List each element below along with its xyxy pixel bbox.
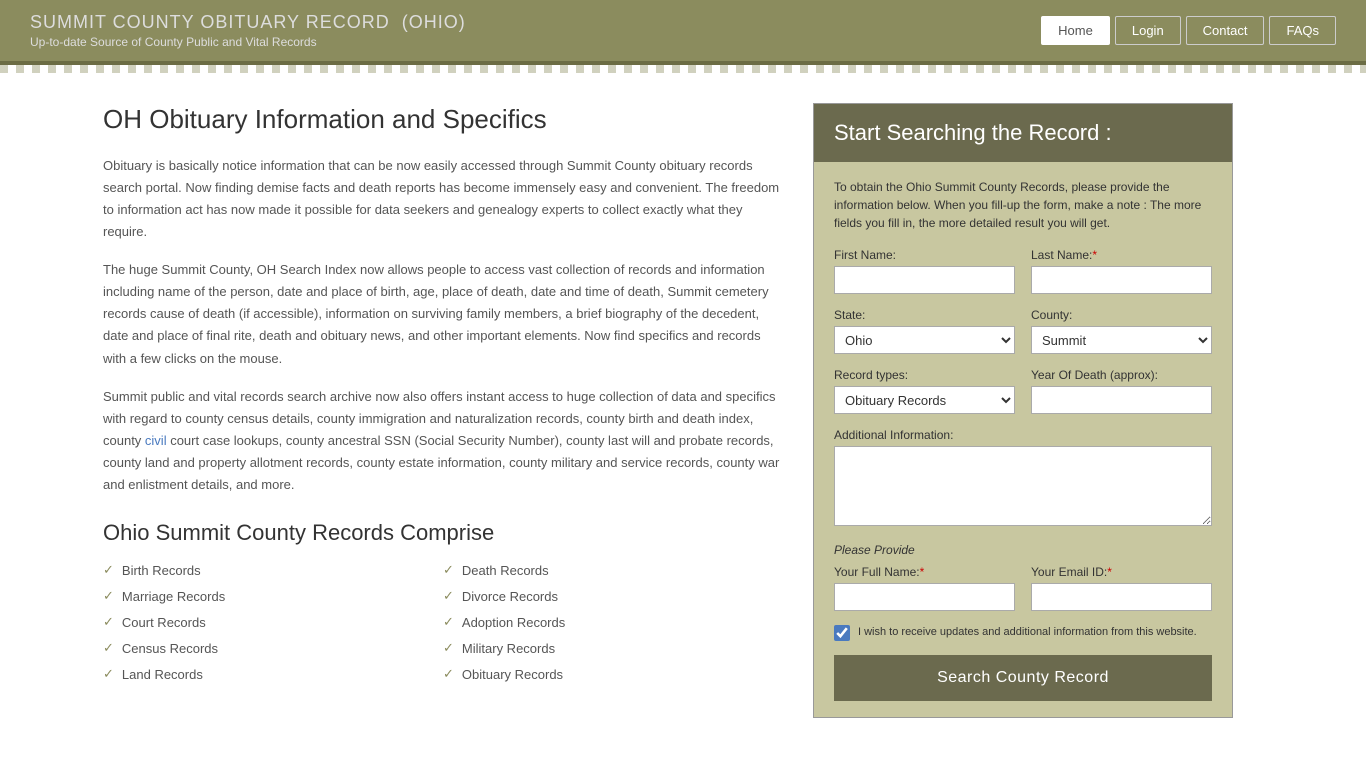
first-name-input[interactable]	[834, 266, 1015, 294]
list-item: Census Records	[103, 640, 443, 656]
county-select[interactable]: Summit	[1031, 326, 1212, 354]
year-of-death-group: Year Of Death (approx):	[1031, 368, 1212, 414]
form-header: Start Searching the Record :	[814, 104, 1232, 162]
header-branding: SUMMIT COUNTY OBITUARY RECORD (OHIO) Up-…	[30, 12, 466, 49]
nav-faqs[interactable]: FAQs	[1269, 16, 1336, 45]
last-name-input[interactable]	[1031, 266, 1212, 294]
records-col-1: Birth Records Marriage Records Court Rec…	[103, 562, 443, 692]
record-type-row: Record types: Obituary Records Birth Rec…	[834, 368, 1212, 414]
list-item: Court Records	[103, 614, 443, 630]
list-item: Land Records	[103, 666, 443, 682]
list-item: Adoption Records	[443, 614, 783, 630]
page-title: OH Obituary Information and Specifics	[103, 103, 783, 137]
nav-login[interactable]: Login	[1115, 16, 1181, 45]
first-name-label: First Name:	[834, 248, 1015, 262]
site-subtitle: Up-to-date Source of County Public and V…	[30, 35, 466, 49]
email-label: Your Email ID:*	[1031, 565, 1212, 579]
name-row: First Name: Last Name:*	[834, 248, 1212, 294]
form-title: Start Searching the Record :	[834, 120, 1212, 146]
newsletter-label: I wish to receive updates and additional…	[858, 625, 1197, 640]
list-item: Marriage Records	[103, 588, 443, 604]
nav-home[interactable]: Home	[1041, 16, 1110, 45]
newsletter-checkbox-row: I wish to receive updates and additional…	[834, 625, 1212, 641]
main-nav: Home Login Contact FAQs	[1041, 16, 1336, 45]
records-list: Birth Records Marriage Records Court Rec…	[103, 562, 783, 692]
list-item: Divorce Records	[443, 588, 783, 604]
site-header: SUMMIT COUNTY OBITUARY RECORD (OHIO) Up-…	[0, 0, 1366, 65]
desc-paragraph-3: Summit public and vital records search a…	[103, 386, 783, 496]
records-col-2: Death Records Divorce Records Adoption R…	[443, 562, 783, 692]
please-provide-label: Please Provide	[834, 543, 1212, 557]
record-type-group: Record types: Obituary Records Birth Rec…	[834, 368, 1015, 414]
desc-paragraph-2: The huge Summit County, OH Search Index …	[103, 259, 783, 369]
additional-info-label: Additional Information:	[834, 428, 1212, 442]
email-input[interactable]	[1031, 583, 1212, 611]
search-county-record-button[interactable]: Search County Record	[834, 655, 1212, 701]
last-name-label: Last Name:*	[1031, 248, 1212, 262]
deco-border	[0, 65, 1366, 73]
record-type-select[interactable]: Obituary Records Birth Records Death Rec…	[834, 386, 1015, 414]
contact-row: Your Full Name:* Your Email ID:*	[834, 565, 1212, 611]
state-county-row: State: Ohio County: Summit	[834, 308, 1212, 354]
list-item: Military Records	[443, 640, 783, 656]
first-name-group: First Name:	[834, 248, 1015, 294]
desc-paragraph-1: Obituary is basically notice information…	[103, 155, 783, 243]
record-types-label: Record types:	[834, 368, 1015, 382]
list-item: Obituary Records	[443, 666, 783, 682]
left-content: OH Obituary Information and Specifics Ob…	[103, 103, 783, 718]
records-section-title: Ohio Summit County Records Comprise	[103, 520, 783, 546]
email-group: Your Email ID:*	[1031, 565, 1212, 611]
full-name-input[interactable]	[834, 583, 1015, 611]
site-title: SUMMIT COUNTY OBITUARY RECORD (OHIO)	[30, 12, 466, 33]
form-description: To obtain the Ohio Summit County Records…	[834, 178, 1212, 232]
newsletter-checkbox[interactable]	[834, 625, 850, 641]
search-form-card: Start Searching the Record : To obtain t…	[813, 103, 1233, 718]
full-name-group: Your Full Name:*	[834, 565, 1015, 611]
additional-info-group: Additional Information:	[834, 428, 1212, 529]
form-body: To obtain the Ohio Summit County Records…	[814, 162, 1232, 717]
county-group: County: Summit	[1031, 308, 1212, 354]
nav-contact[interactable]: Contact	[1186, 16, 1265, 45]
last-name-group: Last Name:*	[1031, 248, 1212, 294]
right-panel: Start Searching the Record : To obtain t…	[813, 103, 1233, 718]
year-of-death-label: Year Of Death (approx):	[1031, 368, 1212, 382]
additional-info-textarea[interactable]	[834, 446, 1212, 526]
list-item: Birth Records	[103, 562, 443, 578]
county-label: County:	[1031, 308, 1212, 322]
main-content: OH Obituary Information and Specifics Ob…	[83, 73, 1283, 748]
year-of-death-input[interactable]	[1031, 386, 1212, 414]
state-label: State:	[834, 308, 1015, 322]
state-group: State: Ohio	[834, 308, 1015, 354]
full-name-label: Your Full Name:*	[834, 565, 1015, 579]
state-select[interactable]: Ohio	[834, 326, 1015, 354]
list-item: Death Records	[443, 562, 783, 578]
